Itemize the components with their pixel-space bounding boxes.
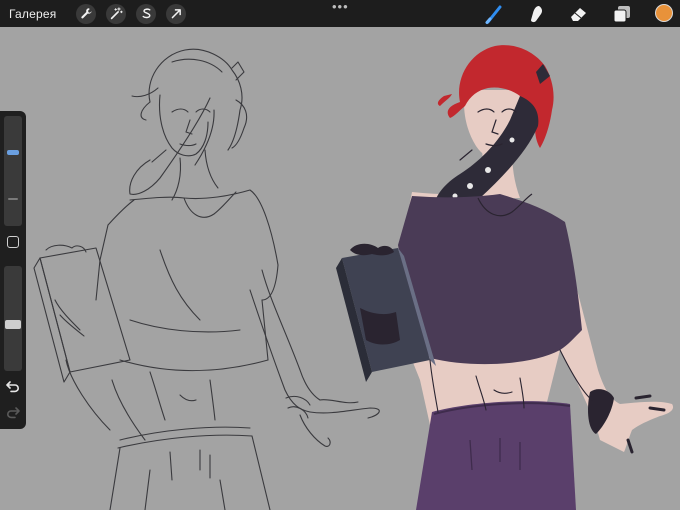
more-options-button[interactable]: •••: [332, 0, 349, 13]
colored-figure: [336, 45, 674, 510]
top-toolbar: Галерея •••: [0, 0, 680, 27]
brush-icon: [485, 5, 502, 24]
smudge-tool-button[interactable]: [526, 3, 548, 25]
transform-button[interactable]: [166, 3, 187, 24]
eraser-tool-button[interactable]: [568, 3, 590, 25]
selection-icon: [142, 8, 151, 19]
eraser-icon: [571, 8, 586, 21]
gallery-button[interactable]: Галерея: [9, 7, 56, 21]
brush-tool-button[interactable]: [483, 3, 505, 25]
selection-button[interactable]: [136, 3, 157, 24]
layers-button[interactable]: [611, 3, 633, 25]
color-picker-button[interactable]: [655, 4, 673, 22]
drawing-canvas[interactable]: [0, 27, 680, 510]
actions-button[interactable]: [76, 3, 97, 24]
wrench-icon: [81, 8, 92, 19]
layers-icon: [613, 6, 630, 23]
sketch-figure: [33, 48, 380, 510]
magic-wand-icon: [110, 7, 123, 20]
transform-arrow-icon: [171, 9, 181, 19]
adjustments-button[interactable]: [106, 3, 127, 24]
smudge-icon: [531, 6, 543, 23]
